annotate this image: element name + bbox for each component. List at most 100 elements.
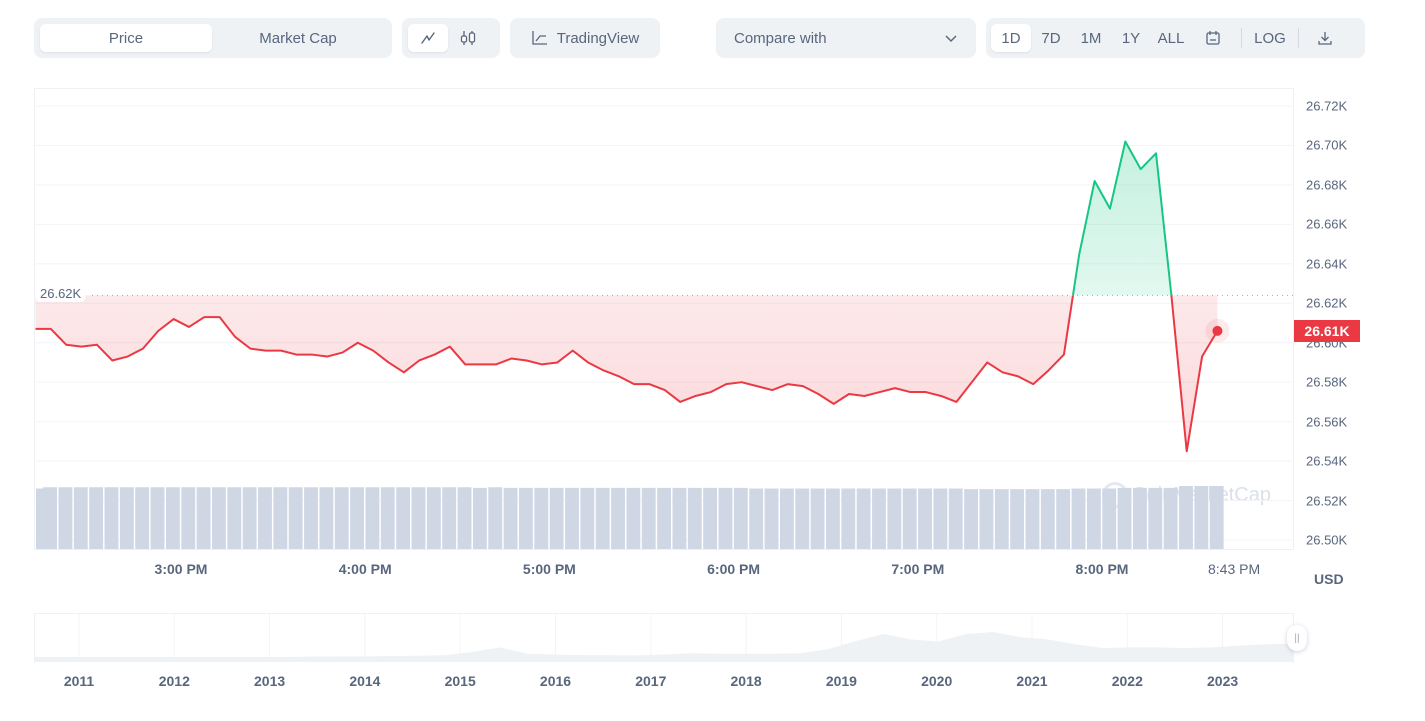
navigator-year-label: 2019: [825, 673, 857, 689]
range-navigator[interactable]: [34, 613, 1294, 663]
volume-bar: [181, 487, 196, 549]
volume-bar: [979, 489, 994, 549]
volume-bar: [1025, 489, 1040, 549]
volume-bar: [902, 488, 917, 549]
reference-price-label: 26.62K: [36, 285, 86, 303]
volume-bar: [657, 487, 672, 549]
volume-bar: [135, 487, 150, 549]
y-tick-label: 26.56K: [1306, 414, 1348, 430]
volume-bar: [119, 487, 134, 549]
y-tick-label: 26.52K: [1306, 493, 1348, 509]
volume-bar: [1071, 488, 1086, 549]
navigator-year-label: 2012: [158, 673, 190, 689]
volume-bar: [703, 487, 718, 549]
volume-bar: [626, 487, 641, 549]
navigator-year-label: 2015: [444, 673, 476, 689]
x-tick-label: 7:00 PM: [891, 561, 945, 577]
y-tick-label: 26.62K: [1306, 295, 1348, 311]
volume-bar: [933, 488, 948, 549]
navigator-year-label: 2023: [1207, 673, 1239, 689]
volume-bar: [733, 487, 748, 549]
volume-bar: [89, 487, 104, 549]
volume-bar: [841, 488, 856, 549]
navigator-year-label: 2020: [921, 673, 953, 689]
volume-bar: [457, 487, 472, 549]
volume-bar: [672, 487, 687, 549]
volume-bar: [1117, 487, 1132, 549]
volume-bar: [795, 488, 810, 549]
volume-bar: [918, 488, 932, 549]
volume-bar: [396, 487, 411, 549]
volume-bar: [165, 487, 180, 549]
volume-bar: [273, 487, 288, 549]
volume-bar: [948, 488, 963, 549]
volume-bar: [1209, 486, 1224, 549]
volume-bar: [150, 487, 165, 549]
x-tick-label: 4:00 PM: [338, 561, 392, 577]
volume-bar: [488, 487, 503, 549]
volume-bar: [872, 488, 886, 549]
volume-bar: [1194, 486, 1209, 549]
volume-bar: [227, 487, 242, 549]
volume-bar: [104, 487, 119, 549]
grip-icon: ||: [1294, 632, 1300, 644]
volume-bar: [1010, 489, 1025, 549]
volume-bar: [1102, 488, 1117, 549]
volume-bar: [549, 487, 564, 549]
y-tick-label: 26.54K: [1306, 453, 1348, 469]
navigator-year-label: 2014: [349, 673, 381, 689]
volume-bar: [718, 487, 733, 549]
y-tick-label: 26.58K: [1306, 374, 1348, 390]
volume-bar: [426, 487, 441, 549]
x-tick-label: 8:43 PM: [1207, 561, 1261, 577]
navigator-handle[interactable]: ||: [1287, 625, 1307, 651]
volume-bar: [334, 487, 349, 549]
volume-bar: [779, 488, 794, 549]
volume-bar: [810, 488, 825, 549]
y-tick-label: 26.68K: [1306, 177, 1348, 193]
y-tick-label: 26.64K: [1306, 256, 1348, 272]
navigator-year-label: 2017: [635, 673, 667, 689]
navigator-year-label: 2011: [63, 673, 95, 689]
volume-bar: [994, 489, 1009, 549]
volume-bar: [1133, 487, 1147, 549]
volume-bar: [887, 488, 902, 549]
x-tick-label: 5:00 PM: [522, 561, 576, 577]
volume-bar: [1163, 487, 1178, 549]
volume-bar: [380, 487, 395, 549]
y-tick-label: 26.50K: [1306, 532, 1348, 548]
volume-bar: [258, 487, 272, 549]
volume-bar: [503, 487, 518, 549]
volume-bar: [580, 487, 595, 549]
currency-label: USD: [1314, 571, 1344, 587]
current-point: [1212, 325, 1223, 336]
x-tick-label: 3:00 PM: [154, 561, 208, 577]
x-tick-label: 6:00 PM: [707, 561, 761, 577]
volume-bar: [1040, 489, 1055, 549]
volume-bar: [1179, 486, 1193, 549]
volume-bar: [534, 487, 549, 549]
volume-bar: [319, 487, 334, 549]
navigator-year-label: 2021: [1016, 673, 1048, 689]
navigator-year-label: 2013: [254, 673, 286, 689]
volume-bar: [212, 487, 226, 549]
volume-bar: [764, 488, 779, 549]
navigator-year-label: 2018: [730, 673, 762, 689]
x-tick-label: 8:00 PM: [1075, 561, 1129, 577]
volume-bar: [856, 488, 871, 549]
volume-bar: [1148, 487, 1163, 549]
volume-bar: [964, 489, 979, 549]
volume-bar: [641, 487, 656, 549]
y-tick-label: 26.72K: [1306, 98, 1348, 114]
volume-bar: [58, 487, 73, 549]
volume-bar: [519, 487, 533, 549]
volume-bar: [442, 487, 457, 549]
volume-bar: [350, 487, 365, 549]
volume-bar: [73, 487, 88, 549]
volume-bar: [411, 487, 426, 549]
y-tick-label: 26.66K: [1306, 216, 1348, 232]
volume-bar: [196, 487, 211, 549]
volume-bar: [242, 487, 257, 549]
volume-bar: [595, 487, 610, 549]
volume-bar: [749, 488, 764, 549]
